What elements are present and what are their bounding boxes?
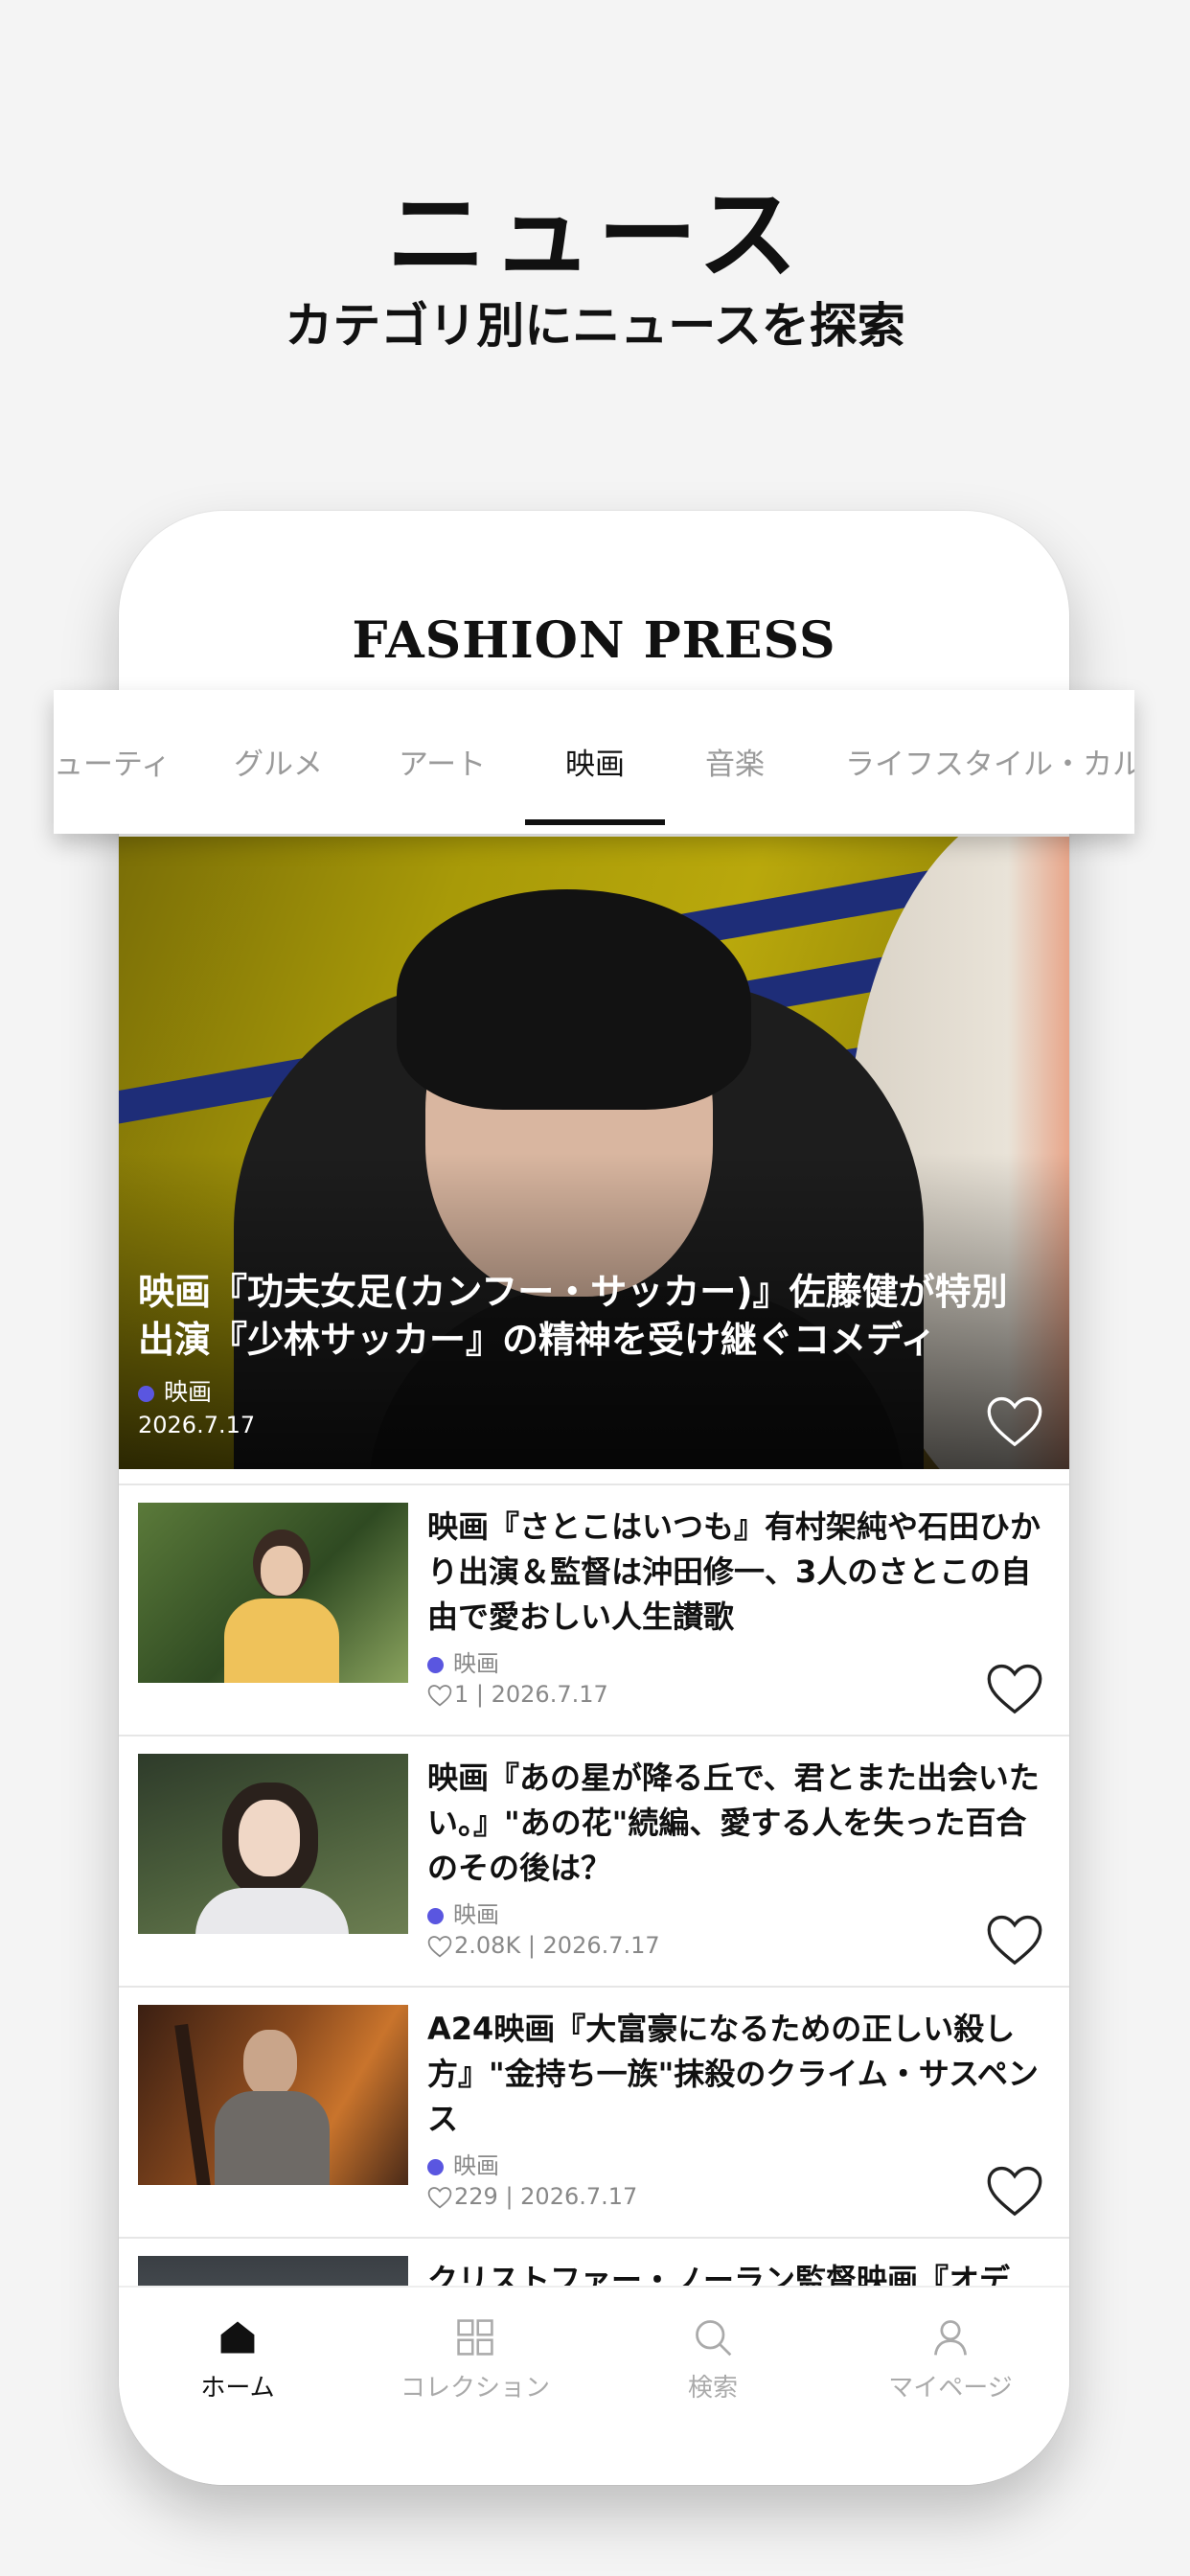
article-meta: 2.08K | 2026.7.17 [427,1932,660,1959]
promo-subtitle: カテゴリ別にニュースを探索 [285,298,905,354]
hero-article[interactable]: 映画『功夫女足(カンフー・サッカー)』佐藤健が特別出演『少林サッカー』の精神を受… [119,837,1069,1469]
article-category: 映画 [427,1644,499,1678]
person-icon [934,2320,967,2356]
heart-icon[interactable] [985,1662,1044,1715]
active-tab-indicator [525,819,665,825]
tab-collection-label: コレクション [400,2374,550,2403]
category-tab-bar: ューティ グルメ アート 映画 音楽 ライフスタイル・カルチ [54,690,1134,834]
search-icon [696,2320,732,2357]
tab-collection[interactable]: コレクション [356,2316,594,2404]
app-logo: FASHION PRESS [352,611,836,670]
category-tab-beauty[interactable]: ューティ [54,740,171,783]
article-title[interactable]: A24映画『大富豪になるための正しい殺し方』"金持ち一族"抹殺のクライム・サスペ… [427,2007,1041,2142]
article-item[interactable]: 映画『あの星が降る丘で、君とまた出会いたい。』"あの花"続編、愛する人を失った百… [119,1735,1069,1988]
hero-category: 映画 [138,1373,212,1408]
article-date: 2026.7.17 [491,1681,608,1708]
article-meta: 229 | 2026.7.17 [427,2183,637,2210]
bottom-tab-bar: ホーム コレクション 検索 マイページ [119,2286,1069,2485]
category-dot [427,2158,444,2175]
category-tab-gourmet[interactable]: グルメ [234,740,323,783]
tab-search[interactable]: 検索 [594,2316,832,2404]
article-thumbnail [138,1754,408,1934]
article-date: 2026.7.17 [520,2183,638,2210]
article-category: 映画 [427,2147,499,2180]
category-dot [427,1907,444,1924]
heart-icon [427,2187,452,2209]
hero-title[interactable]: 映画『功夫女足(カンフー・サッカー)』佐藤健が特別出演『少林サッカー』の精神を受… [138,1268,1029,1364]
category-dot [138,1385,154,1402]
tab-home[interactable]: ホーム [119,2316,356,2404]
heart-icon[interactable] [985,2164,1044,2218]
heart-icon [427,1685,452,1707]
article-meta: 1 | 2026.7.17 [427,1681,608,1708]
article-item[interactable]: 映画『さとこはいつも』有村架純や石田ひかり出演＆監督は沖田修一、3人のさとこの自… [119,1484,1069,1736]
like-count: 2.08K [454,1932,521,1959]
heart-icon[interactable] [985,1913,1044,1966]
article-date: 2026.7.17 [542,1932,660,1959]
like-count: 1 [454,1681,469,1708]
hero-date: 2026.7.17 [138,1412,256,1438]
hero-category-label: 映画 [164,1378,213,1406]
category-tab-music[interactable]: 音楽 [705,740,765,783]
promo-title: ニュース [386,176,804,293]
heart-icon[interactable] [985,1394,1044,1448]
article-item[interactable]: A24映画『大富豪になるための正しい殺し方』"金持ち一族"抹殺のクライム・サスペ… [119,1986,1069,2239]
article-title[interactable]: 映画『さとこはいつも』有村架純や石田ひかり出演＆監督は沖田修一、3人のさとこの自… [427,1505,1041,1640]
tab-home-label: ホーム [200,2374,275,2403]
tab-mypage-label: マイページ [888,2374,1013,2403]
article-category: 映画 [427,1896,499,1929]
category-dot [427,1656,444,1673]
category-tab-lifestyle[interactable]: ライフスタイル・カルチ [845,740,1134,783]
category-tab-movie[interactable]: 映画 [565,740,625,783]
category-tab-art[interactable]: アート [399,740,486,783]
article-title[interactable]: 映画『あの星が降る丘で、君とまた出会いたい。』"あの花"続編、愛する人を失った百… [427,1756,1041,1891]
article-thumbnail [138,1503,408,1683]
article-thumbnail [138,2005,408,2185]
heart-icon [427,1936,452,1958]
collection-icon [457,2319,493,2356]
tab-search-label: 検索 [687,2374,738,2403]
like-count: 229 [454,2183,498,2210]
home-icon [220,2321,255,2354]
tab-mypage[interactable]: マイページ [832,2316,1069,2404]
